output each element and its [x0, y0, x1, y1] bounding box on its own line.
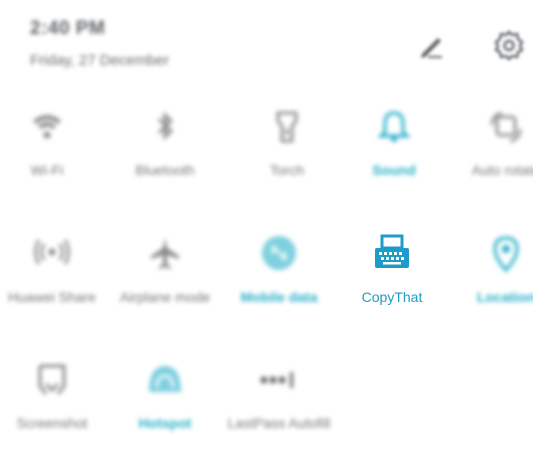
mobile-data-icon [257, 232, 301, 276]
hotspot-icon [143, 358, 187, 402]
clock-time: 2:40 PM [30, 18, 106, 39]
tile-screenshot[interactable]: Screenshot [0, 358, 107, 458]
tile-label: Wi-Fi [30, 162, 64, 178]
torch-icon [265, 105, 309, 149]
tile-torch[interactable]: Torch [232, 105, 342, 205]
tile-auto-rotate[interactable]: Auto rotate [451, 105, 533, 205]
tile-label: Hotspot [138, 415, 192, 431]
tile-copythat[interactable]: CopyThat [337, 232, 447, 332]
tile-label: LastPass Autofill [227, 415, 331, 431]
share-wave-icon [30, 232, 74, 276]
bluetooth-icon [143, 105, 187, 149]
tile-airplane-mode[interactable]: Airplane mode [110, 232, 220, 332]
tile-label: Mobile data [240, 289, 318, 305]
quick-settings-header: 2:40 PM Friday, 27 December [0, 0, 533, 95]
tile-wifi[interactable]: Wi-Fi [0, 105, 102, 205]
gear-icon[interactable] [492, 28, 526, 62]
location-pin-icon [484, 232, 528, 276]
tile-bluetooth[interactable]: Bluetooth [110, 105, 220, 205]
auto-rotate-icon [484, 105, 528, 149]
tile-mobile-data[interactable]: Mobile data [224, 232, 334, 332]
tile-label: Sound [372, 162, 416, 178]
tile-lastpass-autofill[interactable]: LastPass Autofill [224, 358, 334, 458]
clock-date: Friday, 27 December [30, 52, 169, 69]
bell-icon [372, 105, 416, 149]
airplane-icon [143, 232, 187, 276]
tile-location[interactable]: Location [451, 232, 533, 332]
wifi-icon [25, 105, 69, 149]
tile-hotspot[interactable]: Hotspot [110, 358, 220, 458]
tile-sound[interactable]: Sound [339, 105, 449, 205]
tile-label: Auto rotate [471, 162, 533, 178]
screenshot-icon [30, 358, 74, 402]
tile-label: Location [476, 289, 533, 305]
pencil-edit-icon[interactable] [414, 28, 448, 62]
tile-label: Bluetooth [135, 162, 195, 178]
tile-label: Airplane mode [119, 289, 211, 305]
tile-label: CopyThat [361, 289, 423, 305]
tile-huawei-share[interactable]: Huawei Share [0, 232, 107, 332]
lastpass-dots-icon [257, 358, 301, 402]
typewriter-icon [370, 232, 414, 276]
